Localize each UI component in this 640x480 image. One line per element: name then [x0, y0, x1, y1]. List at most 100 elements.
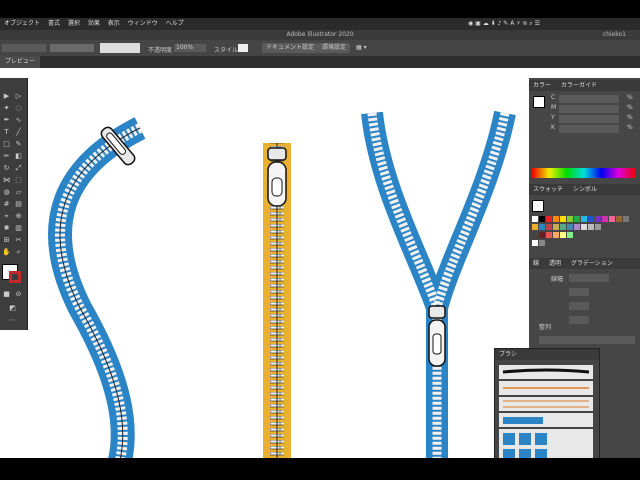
tab-color[interactable]: カラー	[533, 82, 551, 89]
type-tool-icon[interactable]: T	[2, 128, 11, 137]
more-tools-icon[interactable]: ⋯	[8, 316, 17, 325]
control-bar: 不透明度 100% スタイル ドキュメント設定 環境設定 ▦ ▾	[0, 40, 640, 56]
slice-icon[interactable]: ✂	[14, 236, 23, 245]
channel-m-unit: %	[627, 104, 633, 111]
tab-swatches[interactable]: スウォッチ	[533, 186, 563, 193]
channel-y-label: Y	[551, 114, 555, 121]
color-fill-swatch[interactable]	[533, 96, 545, 108]
window-title: Adobe Illustrator 2020	[286, 31, 354, 38]
channel-c-unit: %	[627, 94, 633, 101]
user-name[interactable]: chieko1	[603, 30, 626, 40]
draw-mode-icon[interactable]: ◩	[8, 304, 17, 313]
brushes-panel: ブラシ	[494, 348, 600, 458]
channel-y-slider[interactable]	[559, 115, 619, 123]
open-zipper[interactable]	[361, 110, 516, 458]
opacity-label: 不透明度	[148, 47, 173, 54]
perspective-icon[interactable]: ▱	[14, 188, 23, 197]
none-mode-icon[interactable]: ⊘	[14, 290, 23, 299]
color-spectrum[interactable]	[532, 168, 636, 178]
menu-item-select[interactable]: 選択	[68, 20, 80, 27]
menu-bar: オブジェクト 書式 選択 効果 表示 ウィンドウ ヘルプ ◉ ▣ ☁ ⬇ ♪ ✎…	[0, 18, 640, 30]
selection-tool-icon[interactable]: ▶	[2, 92, 11, 101]
magic-wand-icon[interactable]: ✦	[2, 104, 11, 113]
preferences-button[interactable]: 環境設定	[318, 43, 351, 53]
menu-item-effect[interactable]: 効果	[88, 20, 100, 27]
document-tab[interactable]: プレビュー	[0, 56, 41, 68]
menu-item-view[interactable]: 表示	[108, 20, 120, 27]
menu-item-type[interactable]: 書式	[48, 20, 60, 27]
stroke-dropdown[interactable]	[50, 44, 94, 52]
line-tool-icon[interactable]: ╱	[14, 128, 23, 137]
color-mode-icon[interactable]: ■	[2, 290, 11, 299]
pencil-icon[interactable]: ✏	[2, 152, 11, 161]
channel-k-slider[interactable]	[559, 125, 619, 133]
hand-tool-icon[interactable]: ✋	[2, 248, 11, 257]
menu-item-window[interactable]: ウィンドウ	[128, 20, 158, 27]
fill-dropdown[interactable]	[2, 44, 46, 52]
tab-gradient[interactable]: グラデーション	[571, 260, 613, 267]
pen-tool-icon[interactable]: ✒	[2, 116, 11, 125]
zipper-slider[interactable]	[428, 305, 446, 367]
curvature-tool-icon[interactable]: ∿	[14, 116, 23, 125]
align-buttons[interactable]	[539, 336, 635, 344]
straight-zipper[interactable]	[263, 143, 291, 458]
swatch-fill-icon[interactable]	[532, 200, 544, 212]
variable-width-profile[interactable]	[100, 43, 140, 53]
rotate-icon[interactable]: ↻	[2, 164, 11, 173]
tab-transparency[interactable]: 透明	[549, 260, 561, 267]
stroke-color-icon[interactable]	[9, 271, 21, 283]
curved-zipper[interactable]	[48, 117, 146, 458]
lasso-icon[interactable]: ◌	[14, 104, 23, 113]
channel-c-label: C	[551, 94, 556, 101]
color-panel-header: カラー カラーガイド	[529, 80, 640, 91]
tools-panel: ▶ ▷ ✦ ◌ ✒ ∿ T ╱ □ ✎ ✏ ◧ ↻ ⤢ ⋈ ⬚ ◍ ▱ # ▤ …	[0, 78, 28, 330]
brushes-panel-header: ブラシ	[495, 349, 599, 360]
stroke-weight-label: 線幅	[551, 276, 564, 283]
stroke-corner-buttons[interactable]	[569, 302, 589, 310]
tab-color-guide[interactable]: カラーガイド	[561, 82, 597, 89]
width-tool-icon[interactable]: ⋈	[2, 176, 11, 185]
blend-icon[interactable]: ⊕	[14, 212, 23, 221]
channel-m-label: M	[551, 104, 557, 111]
menu-item-help[interactable]: ヘルプ	[166, 20, 184, 27]
channel-m-slider[interactable]	[559, 105, 619, 113]
eraser-icon[interactable]: ◧	[14, 152, 23, 161]
brush-list[interactable]	[499, 365, 593, 458]
status-icons: ◉ ▣ ☁ ⬇ ♪ ✎ A ⚡ ≋ ⌕ ☰	[468, 20, 540, 27]
stroke-panel-header: 線 透明 グラデーション	[529, 258, 640, 269]
paintbrush-icon[interactable]: ✎	[14, 140, 23, 149]
screen: オブジェクト 書式 選択 効果 表示 ウィンドウ ヘルプ ◉ ▣ ☁ ⬇ ♪ ✎…	[0, 18, 640, 458]
menu-item-object[interactable]: オブジェクト	[4, 20, 40, 27]
eyedropper-icon[interactable]: ⌖	[2, 212, 11, 221]
channel-c-slider[interactable]	[559, 95, 619, 103]
opacity-input[interactable]: 100%	[174, 44, 206, 52]
arrange-icon[interactable]: ▦ ▾	[356, 44, 367, 51]
tab-symbols[interactable]: シンボル	[573, 186, 597, 193]
free-transform-icon[interactable]: ⬚	[14, 176, 23, 185]
direct-selection-tool-icon[interactable]: ▷	[14, 92, 23, 101]
stroke-align-buttons[interactable]	[569, 316, 589, 324]
stroke-cap-buttons[interactable]	[569, 288, 589, 296]
rectangle-tool-icon[interactable]: □	[2, 140, 11, 149]
style-swatch[interactable]	[238, 44, 248, 52]
shape-builder-icon[interactable]: ◍	[2, 188, 11, 197]
channel-y-unit: %	[627, 114, 633, 121]
swatch-grid[interactable]	[532, 216, 636, 252]
artboard-tool-icon[interactable]: ⊞	[2, 236, 11, 245]
swatches-panel-header: スウォッチ シンボル	[529, 184, 640, 195]
channel-k-unit: %	[627, 124, 633, 131]
zipper-slider[interactable]	[267, 147, 287, 207]
document-setup-button[interactable]: ドキュメント設定	[262, 43, 319, 53]
scale-icon[interactable]: ⤢	[14, 164, 23, 173]
align-label: 整列	[539, 324, 552, 331]
symbol-sprayer-icon[interactable]: ✺	[2, 224, 11, 233]
style-label: スタイル	[214, 47, 239, 54]
gradient-icon[interactable]: ▤	[14, 200, 23, 209]
mesh-icon[interactable]: #	[2, 200, 11, 209]
zoom-tool-icon[interactable]: ⌕	[14, 248, 23, 257]
tab-stroke[interactable]: 線	[533, 260, 539, 267]
graph-tool-icon[interactable]: ▥	[14, 224, 23, 233]
stroke-weight-input[interactable]	[569, 274, 609, 282]
window-title-bar: Adobe Illustrator 2020 chieko1	[0, 30, 640, 40]
brushes-panel-title: ブラシ	[499, 351, 517, 358]
